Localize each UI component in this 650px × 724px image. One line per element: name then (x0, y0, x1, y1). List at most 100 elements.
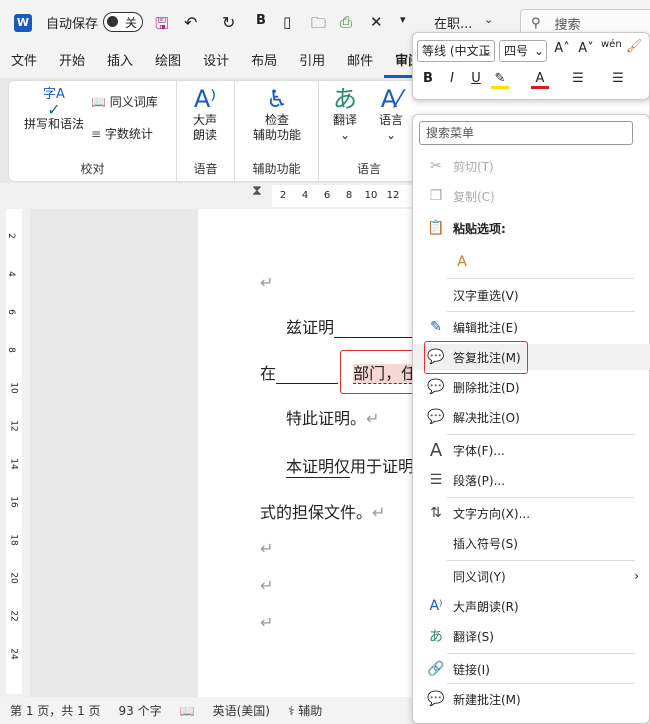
tab-home[interactable]: 开始 (48, 46, 96, 78)
underline-icon[interactable]: U (467, 71, 485, 86)
chevron-down-icon: ⌄ (533, 44, 544, 58)
new-comment-icon: 💬 (427, 691, 445, 707)
search-placeholder: 搜索 (554, 17, 581, 33)
doc-line-3[interactable]: 特此证明。↵ (286, 405, 379, 429)
word-count-icon: ≡ (91, 127, 102, 141)
vertical-ruler[interactable]: 2 4 6 8 10 12 14 16 18 20 22 24 (0, 209, 30, 697)
tab-insert[interactable]: 插入 (96, 46, 144, 78)
font-size-select[interactable]: 四号 ⌄ (499, 40, 547, 62)
open-icon[interactable]: 🗀 (311, 13, 326, 38)
menu-item-paragraph[interactable]: ☰ 段落(P)... (413, 467, 650, 493)
grow-font-icon[interactable]: A˄ (553, 41, 571, 56)
tab-layout[interactable]: 布局 (240, 46, 288, 78)
proofing-group-label: 校对 (80, 162, 105, 176)
language-button[interactable]: A⁄ 语言 ⌄ (369, 85, 413, 143)
menu-item-new-comment[interactable]: 💬 新建批注(M) (413, 686, 650, 712)
accessibility-status[interactable]: ⚕ 辅助 (288, 702, 322, 719)
accessibility-icon: ♿ (266, 85, 288, 113)
menu-item-font[interactable]: A 字体(F)... (413, 437, 650, 463)
highlight-box-reply-comment (424, 341, 528, 374)
bullets-icon[interactable]: ☰ (569, 71, 587, 86)
font-icon: A (429, 439, 443, 461)
menu-item-translate[interactable]: あ翻译(S) (413, 623, 650, 649)
undo-icon[interactable]: ↶ (184, 13, 197, 32)
bold-icon[interactable]: B (419, 71, 437, 86)
menu-item-copy[interactable]: ❐ 复制(C) (413, 183, 650, 209)
language-icon: A⁄ (380, 85, 402, 113)
menu-search-input[interactable]: 搜索菜单 (419, 121, 633, 145)
proofing-status-icon[interactable]: 📖 (180, 704, 195, 718)
language-status[interactable]: 英语(美国) (213, 702, 270, 719)
speech-group-label: 语音 (193, 162, 218, 176)
menu-item-text-direction[interactable]: ⇅ 文字方向(X)... (413, 500, 650, 526)
menu-item-read-aloud[interactable]: A⁾ 大声朗读(R) (413, 593, 650, 619)
translate-button[interactable]: あ 翻译 ⌄ (323, 85, 367, 143)
tab-file[interactable]: 文件 (0, 46, 48, 78)
spell-check-button[interactable]: 字A ✓ 拼写和语法 (19, 87, 89, 132)
language-group: あ 翻译 ⌄ A⁄ 语言 ⌄ 语言 (319, 81, 419, 183)
print-icon[interactable]: ⎙ (340, 13, 352, 31)
menu-item-resolve-comment[interactable]: 💬 解决批注(O) (413, 404, 650, 430)
link-icon: 🔗 (427, 661, 445, 677)
tab-references[interactable]: 引用 (288, 46, 336, 78)
spell-check-label: 拼写和语法 (23, 117, 84, 131)
toggle-state: 关 (124, 16, 137, 30)
paragraph-mark: ↵ (260, 273, 274, 292)
paste-icon: 📋 (427, 220, 445, 236)
read-aloud-button[interactable]: A⁾ 大声 朗读 (185, 85, 225, 143)
page-count[interactable]: 第 1 页，共 1 页 (10, 702, 101, 719)
paste-keep-text-only-button[interactable]: A (449, 249, 479, 275)
paragraph-mark: ↵ (260, 613, 274, 632)
resolve-comment-icon: 💬 (427, 409, 445, 425)
tab-draw[interactable]: 绘图 (144, 46, 192, 78)
italic-icon[interactable]: I (443, 71, 461, 86)
tab-mailings[interactable]: 邮件 (336, 46, 384, 78)
translate-icon: あ (429, 629, 443, 645)
doc-line-1[interactable]: 兹证明 (286, 314, 415, 338)
read-aloud-icon: A⁾ (429, 598, 443, 614)
tab-design[interactable]: 设计 (192, 46, 240, 78)
doc-title[interactable]: 在职... (434, 13, 472, 32)
font-name-select[interactable]: 等线 (中文正 ⌄ (417, 40, 495, 62)
format-painter-icon[interactable]: 🖌 (625, 39, 643, 54)
paragraph-mark: ↵ (260, 539, 274, 558)
word-count-button[interactable]: ≡ 字数统计 (91, 127, 153, 142)
word-count[interactable]: 93 个字 (119, 702, 162, 719)
indent-marker-icon[interactable]: ⧗ (252, 183, 262, 199)
edit-comment-icon: ✎ (430, 319, 442, 335)
menu-item-synonyms[interactable]: 同义词(Y) › (413, 563, 650, 589)
paragraph-mark: ↵ (260, 576, 274, 595)
font-color-icon[interactable]: A (531, 71, 549, 89)
chevron-down-icon: ⌄ (481, 44, 492, 58)
proofing-group: 字A ✓ 拼写和语法 📖 同义词库 ≡ 字数统计 校对 (9, 81, 177, 183)
more-icon[interactable]: ▾ (400, 13, 406, 26)
highlight-color-icon[interactable]: ✎ (491, 71, 509, 89)
autosave-label: 自动保存 (46, 17, 99, 32)
doc-line-4[interactable]: 本证明仅用于证明 (286, 453, 414, 478)
save-icon[interactable]: 🖫 (155, 13, 169, 40)
menu-item-edit-comment[interactable]: ✎ 编辑批注(E) (413, 314, 650, 340)
phonetic-guide-icon[interactable]: wén (601, 39, 622, 50)
thesaurus-button[interactable]: 📖 同义词库 (91, 95, 158, 110)
numbering-icon[interactable]: ☰ (609, 71, 627, 86)
check-accessibility-button[interactable]: ♿ 检查 辅助功能 (241, 85, 313, 143)
menu-item-link[interactable]: 🔗 链接(I) (413, 656, 650, 682)
chevron-down-icon[interactable]: ⌄ (484, 13, 493, 26)
accessibility-icon: ⚕ (287, 704, 295, 718)
context-menu: 搜索菜单 ✂ 剪切(T) ❐ 复制(C) 📋 粘贴选项: A 汉字重选(V) ✎ 编辑批… (412, 114, 650, 724)
menu-item-insert-symbol[interactable]: 插入符号(S) (413, 530, 650, 556)
autosave-toggle[interactable]: 关 (103, 12, 143, 32)
doc-line-5[interactable]: 式的担保文件。↵ (260, 499, 385, 523)
shrink-font-icon[interactable]: A˅ (577, 41, 595, 56)
menu-item-cut[interactable]: ✂ 剪切(T) (413, 153, 650, 179)
close-icon[interactable]: ✕ (370, 13, 383, 31)
highlight-box-commented-text (340, 350, 416, 394)
bold-icon[interactable]: B (256, 13, 266, 28)
new-doc-icon[interactable]: ▯ (283, 13, 291, 31)
read-aloud-icon: A⁾ (193, 85, 217, 113)
menu-item-delete-comment[interactable]: 💬 删除批注(D) (413, 374, 650, 400)
menu-item-reconvert[interactable]: 汉字重选(V) (413, 282, 650, 308)
redo-icon[interactable]: ↻ (222, 13, 235, 32)
language-group-label: 语言 (356, 162, 381, 176)
paste-text-icon: A (457, 254, 467, 270)
